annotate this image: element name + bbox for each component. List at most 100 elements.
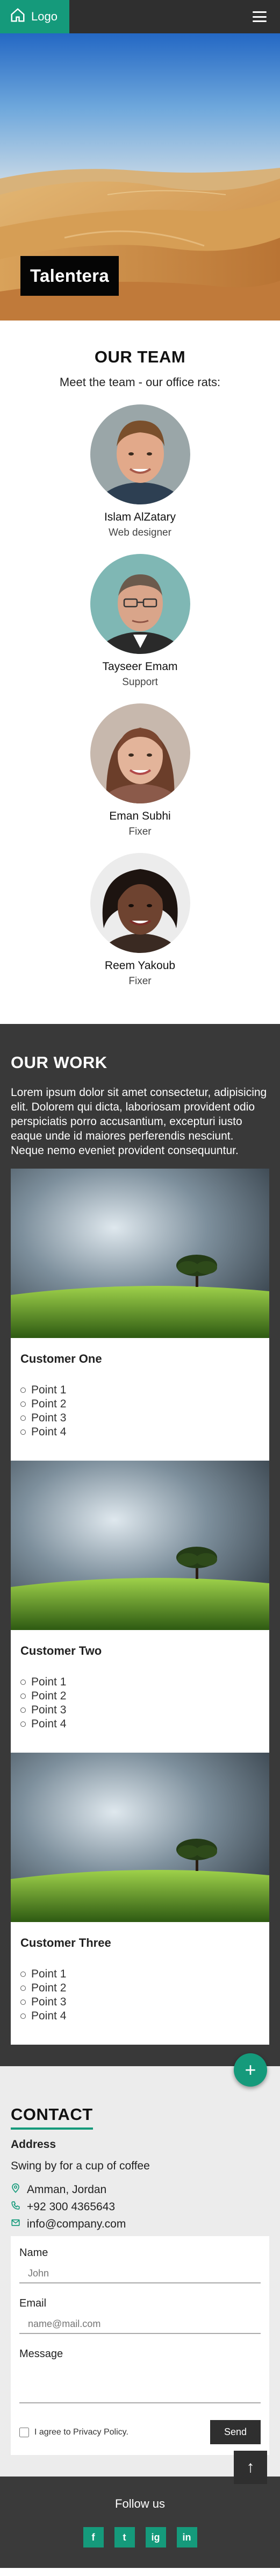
customer-card: Customer Three Point 1 Point 2 Point 3 P… (11, 1753, 269, 2045)
twitter-icon[interactable]: t (114, 2527, 135, 2547)
plus-icon: + (245, 2059, 256, 2081)
circle-bullet-icon (20, 1721, 26, 1727)
team-member: Islam AlZatary Web designer (11, 404, 269, 539)
hamburger-menu-button[interactable] (246, 3, 274, 31)
top-navigation-bar: Logo (0, 0, 280, 33)
member-name: Tayseer Emam (102, 660, 178, 673)
card-title: Customer One (20, 1352, 102, 1365)
location-text: Amman, Jordan (27, 2183, 107, 2196)
list-item: Point 1 (20, 1675, 260, 1689)
member-name: Islam AlZatary (104, 511, 176, 523)
member-name: Reem Yakoub (104, 959, 176, 972)
card-points-list: Point 1 Point 2 Point 3 Point 4 (20, 1967, 260, 2023)
customer-card: Customer Two Point 1 Point 2 Point 3 Poi… (11, 1461, 269, 1753)
team-member: Eman Subhi Fixer (11, 703, 269, 838)
address-subtitle: Swing by for a cup of coffee (11, 2160, 150, 2172)
circle-bullet-icon (20, 1693, 26, 1699)
email-row: info@company.com (11, 2218, 269, 2231)
customer-card: Customer One Point 1 Point 2 Point 3 Poi… (11, 1169, 269, 1461)
avatar (90, 554, 190, 654)
linkedin-icon[interactable]: in (176, 2527, 197, 2547)
list-item: Point 3 (20, 1703, 260, 1717)
member-role: Support (122, 677, 158, 688)
message-textarea[interactable] (19, 2366, 261, 2403)
member-role: Web designer (109, 527, 171, 538)
phone-text: +92 300 4365643 (27, 2201, 116, 2213)
team-subtitle: Meet the team - our office rats: (59, 375, 221, 389)
footer: Follow us f t ig in (0, 2477, 280, 2568)
contact-title: CONTACT (11, 2105, 93, 2130)
landscape-tree-image (11, 1753, 269, 1922)
privacy-checkbox[interactable] (19, 2427, 29, 2437)
avatar (90, 703, 190, 803)
name-input[interactable] (19, 2265, 261, 2283)
list-item: Point 1 (20, 1383, 260, 1397)
social-links: f t ig in (83, 2527, 197, 2547)
form-footer: I agree to Privacy Policy. Send (19, 2420, 261, 2444)
phone-row: +92 300 4365643 (11, 2201, 269, 2214)
team-member: Tayseer Emam Support (11, 554, 269, 688)
list-item: Point 3 (20, 1411, 260, 1425)
facebook-icon[interactable]: f (83, 2527, 104, 2547)
list-item: Point 3 (20, 1995, 260, 2009)
card-title: Customer Three (20, 1936, 111, 1949)
arrow-up-icon: ↑ (246, 2458, 255, 2476)
circle-bullet-icon (20, 1429, 26, 1435)
circle-bullet-icon (20, 1972, 26, 1977)
team-title: OUR TEAM (94, 347, 186, 366)
team-section: OUR TEAM Meet the team - our office rats… (0, 321, 280, 1024)
message-label: Message (19, 2348, 63, 2360)
hero-title: Talentera (20, 256, 119, 296)
email-text: info@company.com (27, 2218, 126, 2230)
avatar (90, 853, 190, 953)
send-button[interactable]: Send (210, 2420, 261, 2444)
circle-bullet-icon (20, 1387, 26, 1393)
mail-icon (11, 2218, 20, 2231)
map-pin-icon (11, 2183, 20, 2196)
member-name: Eman Subhi (109, 810, 171, 822)
landscape-tree-image (11, 1461, 269, 1630)
home-icon (10, 7, 26, 26)
team-member: Reem Yakoub Fixer (11, 853, 269, 987)
work-title: OUR WORK (11, 1053, 107, 1072)
work-description: Lorem ipsum dolor sit amet consectetur, … (11, 1086, 267, 1157)
phone-icon (11, 2201, 20, 2214)
list-item: Point 2 (20, 1689, 260, 1703)
logo-label: Logo (31, 10, 58, 23)
email-field-group: Email (19, 2297, 261, 2334)
hamburger-icon (253, 11, 267, 22)
contact-section: CONTACT Address Swing by for a cup of co… (0, 2066, 280, 2484)
card-points-list: Point 1 Point 2 Point 3 Point 4 (20, 1675, 260, 1731)
circle-bullet-icon (20, 1415, 26, 1421)
email-input[interactable] (19, 2315, 261, 2334)
circle-bullet-icon (20, 1401, 26, 1407)
circle-bullet-icon (20, 1680, 26, 1685)
logo-link[interactable]: Logo (0, 0, 69, 33)
add-button[interactable]: + (234, 2053, 267, 2087)
follow-us-label: Follow us (115, 2497, 165, 2510)
circle-bullet-icon (20, 2013, 26, 2019)
scroll-to-top-button[interactable]: ↑ (234, 2451, 267, 2484)
card-title: Customer Two (20, 1644, 102, 1657)
list-item: Point 2 (20, 1397, 260, 1411)
instagram-icon[interactable]: ig (145, 2527, 166, 2547)
landscape-tree-image (11, 1169, 269, 1338)
list-item: Point 1 (20, 1967, 260, 1981)
name-label: Name (19, 2247, 48, 2259)
name-field-group: Name (19, 2247, 261, 2283)
privacy-label: I agree to Privacy Policy. (34, 2427, 128, 2437)
contact-form: Name Email Message I agree to Privacy Po… (11, 2236, 269, 2455)
work-section: OUR WORK Lorem ipsum dolor sit amet cons… (0, 1024, 280, 2087)
card-points-list: Point 1 Point 2 Point 3 Point 4 (20, 1383, 260, 1439)
list-item: Point 2 (20, 1981, 260, 1995)
circle-bullet-icon (20, 1707, 26, 1713)
list-item: Point 4 (20, 1717, 260, 1731)
circle-bullet-icon (20, 1999, 26, 2005)
address-heading: Address (11, 2138, 56, 2151)
avatar (90, 404, 190, 504)
location-row: Amman, Jordan (11, 2183, 269, 2196)
email-label: Email (19, 2297, 47, 2309)
hero-banner: Talentera (0, 33, 280, 321)
circle-bullet-icon (20, 1986, 26, 1991)
list-item: Point 4 (20, 1425, 260, 1439)
